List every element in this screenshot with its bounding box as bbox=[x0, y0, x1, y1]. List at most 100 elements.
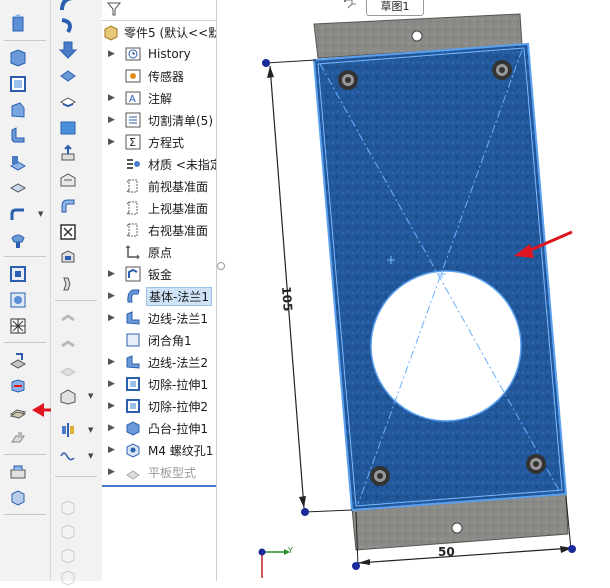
weld-bead-icon[interactable] bbox=[58, 274, 78, 294]
part-icon bbox=[102, 23, 120, 41]
tree-item[interactable]: ▶ 边线-法兰1 bbox=[102, 308, 216, 328]
convert-to-sheet-metal-icon[interactable] bbox=[8, 74, 28, 94]
tree-item[interactable]: 零件5 (默认<<默 bbox=[102, 22, 216, 42]
tree-item[interactable]: ▶ 边线-法兰2 bbox=[102, 352, 216, 372]
flange-hole bbox=[411, 30, 423, 42]
fillet-icon[interactable] bbox=[58, 196, 78, 216]
thicken-icon[interactable] bbox=[58, 66, 78, 86]
filter-icon[interactable] bbox=[106, 1, 122, 17]
plane-icon[interactable] bbox=[58, 118, 78, 138]
tree-item[interactable]: 材质 <未指定> bbox=[102, 154, 216, 174]
plane-icon bbox=[124, 199, 142, 217]
dimension-width-text[interactable]: 50 bbox=[438, 545, 455, 559]
circular-cutout[interactable] bbox=[370, 270, 522, 422]
expand-arrow-icon[interactable]: ▶ bbox=[108, 291, 115, 301]
boss-extrude-icon bbox=[124, 419, 142, 437]
expand-arrow-icon[interactable]: ▶ bbox=[108, 445, 115, 455]
tree-item[interactable]: ▶ 切除-拉伸1 bbox=[102, 374, 216, 394]
sketched-bend-icon[interactable] bbox=[8, 230, 28, 250]
fold-icon[interactable] bbox=[8, 290, 28, 310]
closed-corner-icon bbox=[124, 331, 142, 349]
expand-arrow-icon[interactable]: ▶ bbox=[108, 401, 115, 411]
graphics-area[interactable]: 105 50 Y bbox=[224, 0, 610, 581]
tree-item[interactable]: ▶ A 注解 bbox=[102, 88, 216, 108]
no-bends-icon[interactable] bbox=[8, 350, 28, 370]
mounting-hole[interactable] bbox=[526, 454, 546, 474]
expand-arrow-icon[interactable]: ▶ bbox=[108, 467, 115, 477]
plane-icon bbox=[124, 177, 142, 195]
mounting-hole[interactable] bbox=[370, 466, 390, 486]
expand-arrow-icon[interactable]: ▶ bbox=[108, 93, 115, 103]
expand-arrow-icon[interactable]: ▶ bbox=[108, 357, 115, 367]
hem-icon[interactable] bbox=[8, 178, 28, 198]
tree-item-label: 闭合角1 bbox=[148, 333, 192, 348]
extruded-boss-icon[interactable] bbox=[8, 14, 28, 34]
tree-filter-bar[interactable] bbox=[102, 0, 216, 21]
dimension-line-width bbox=[357, 547, 573, 564]
mounting-hole[interactable] bbox=[338, 70, 358, 90]
tree-item[interactable]: 传感器 bbox=[102, 66, 216, 86]
corners-icon[interactable] bbox=[8, 462, 28, 482]
tree-item[interactable]: 上视基准面 bbox=[102, 198, 216, 218]
tree-item-label: 平板型式 bbox=[148, 465, 197, 480]
edge-flange-icon[interactable] bbox=[8, 126, 28, 146]
tree-item[interactable]: ▶ 基体-法兰1 bbox=[102, 286, 216, 306]
miter-flange-icon[interactable] bbox=[8, 152, 28, 172]
expand-arrow-icon[interactable]: ▶ bbox=[108, 115, 115, 125]
tree-item[interactable]: ▶ Σ 方程式 bbox=[102, 132, 216, 152]
tree-item[interactable]: 前视基准面 bbox=[102, 176, 216, 196]
rollback-bar[interactable] bbox=[102, 485, 216, 487]
cut-icon[interactable] bbox=[58, 92, 78, 112]
flatten-icon[interactable] bbox=[8, 316, 28, 336]
tree-item[interactable]: 闭合角1 bbox=[102, 330, 216, 350]
curves-icon[interactable] bbox=[58, 420, 78, 440]
tree-item[interactable]: ▶ 凸台-拉伸1 bbox=[102, 418, 216, 438]
revolve-icon[interactable] bbox=[58, 40, 78, 60]
tree-item-label: M4 螺纹孔1 bbox=[148, 443, 214, 458]
expand-arrow-icon[interactable]: ▶ bbox=[108, 423, 115, 433]
sketch-icon[interactable] bbox=[342, 0, 360, 14]
tree-item[interactable]: ▶ 平板型式 bbox=[102, 462, 216, 482]
sketch-tab[interactable]: 草图1 bbox=[366, 0, 424, 16]
tree-item[interactable]: ▶ 切除-拉伸2 bbox=[102, 396, 216, 416]
tree-item[interactable]: ▶ History bbox=[102, 44, 216, 64]
svg-text:Σ: Σ bbox=[129, 136, 136, 149]
dropdown-arrow-icon[interactable]: ▼ bbox=[88, 392, 93, 400]
extrude-icon[interactable] bbox=[58, 144, 78, 164]
shell-icon[interactable] bbox=[58, 170, 78, 190]
tree-item-label: 凸台-拉伸1 bbox=[148, 421, 208, 436]
mounting-hole[interactable] bbox=[492, 60, 512, 80]
dropdown-arrow-icon[interactable]: ▼ bbox=[88, 452, 93, 460]
vent-icon[interactable] bbox=[58, 248, 78, 268]
dimension-extension-line bbox=[304, 509, 353, 513]
tree-item[interactable]: 右视基准面 bbox=[102, 220, 216, 240]
expand-arrow-icon[interactable]: ▶ bbox=[108, 379, 115, 389]
sketch-tab-label: 草图1 bbox=[380, 0, 410, 13]
expand-arrow-icon[interactable]: ▶ bbox=[108, 313, 115, 323]
swept-icon[interactable] bbox=[58, 0, 78, 14]
hole-icon[interactable] bbox=[58, 222, 78, 242]
unfold-icon[interactable] bbox=[8, 264, 28, 284]
expand-arrow-icon[interactable]: ▶ bbox=[108, 269, 115, 279]
tree-item[interactable]: ▶ 切割清单(5) bbox=[102, 110, 216, 130]
expand-arrow-icon[interactable]: ▶ bbox=[108, 137, 115, 147]
rip-icon[interactable] bbox=[8, 376, 28, 396]
tree-item[interactable]: 原点 bbox=[102, 242, 216, 262]
dropdown-arrow-icon[interactable]: ▼ bbox=[38, 210, 43, 218]
tree-item-label: 边线-法兰1 bbox=[148, 311, 208, 326]
expand-arrow-icon[interactable]: ▶ bbox=[108, 49, 115, 59]
dimension-height-text[interactable]: 105 bbox=[279, 286, 295, 312]
insert-bends-icon[interactable] bbox=[8, 402, 28, 422]
lofted-bend-icon[interactable] bbox=[8, 100, 28, 120]
cross-break-icon[interactable] bbox=[8, 488, 28, 508]
dropdown-arrow-icon[interactable]: ▼ bbox=[88, 426, 93, 434]
tree-item[interactable]: ▶ 钣金 bbox=[102, 264, 216, 284]
features-toolbar: ▼ ▼ ▼ bbox=[51, 0, 103, 586]
tree-item[interactable]: ▶ M4 螺纹孔1 bbox=[102, 440, 216, 460]
reference-geometry-icon[interactable] bbox=[58, 386, 78, 406]
spline-icon[interactable] bbox=[58, 446, 78, 466]
loft-icon[interactable] bbox=[58, 16, 78, 36]
base-flange-icon[interactable] bbox=[8, 48, 28, 68]
jog-icon[interactable] bbox=[8, 204, 28, 224]
tab-and-slot-icon[interactable] bbox=[8, 428, 28, 448]
